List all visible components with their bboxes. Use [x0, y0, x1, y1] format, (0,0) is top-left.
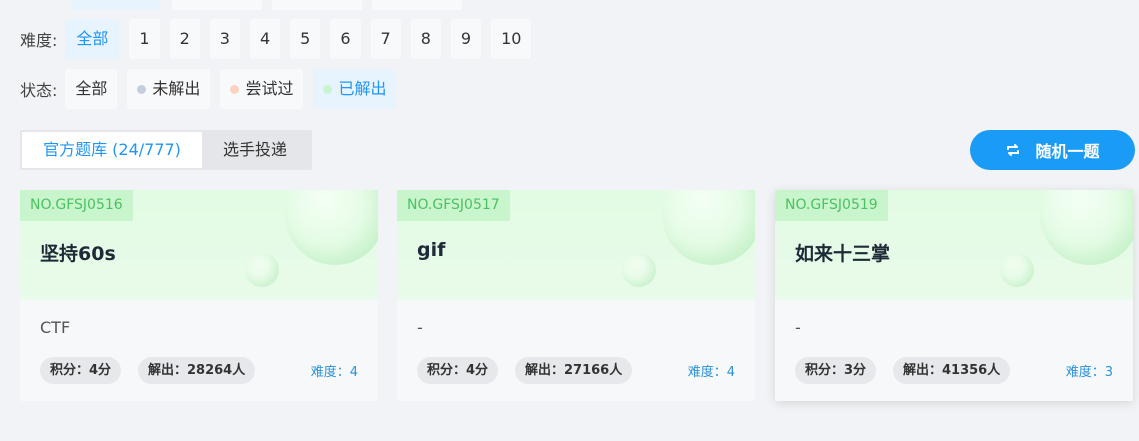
status-option-label: 尝试过 — [245, 79, 294, 98]
card-header: NO.GFSJ0519 如来十三掌 — [775, 190, 1133, 300]
random-problem-button[interactable]: 随机一题 — [970, 130, 1135, 170]
difficulty-option-7[interactable]: 7 — [370, 19, 401, 59]
shuffle-icon — [1007, 144, 1020, 156]
score-badge: 积分：4分 — [417, 357, 499, 384]
status-option-attempted[interactable]: 尝试过 — [220, 69, 304, 109]
challenge-category: - — [795, 318, 801, 337]
difficulty-option-2[interactable]: 2 — [169, 19, 200, 59]
difficulty-option-5[interactable]: 5 — [290, 19, 321, 59]
challenge-category: CTF — [40, 318, 71, 337]
problem-source-tabs: 官方题库 (24/777) 选手投递 — [20, 130, 312, 170]
difficulty-option-1[interactable]: 1 — [129, 19, 160, 59]
status-label: 状态: — [20, 81, 58, 100]
challenge-difficulty: 难度：4 — [310, 365, 358, 380]
decor-bubble — [1000, 253, 1034, 287]
challenge-difficulty: 难度：3 — [1065, 365, 1113, 380]
decor-bubble — [245, 253, 279, 287]
tab-official[interactable]: 官方题库 (24/777) — [22, 132, 202, 168]
status-filter: 状态: 全部 未解出 尝试过 已解出 — [20, 69, 406, 109]
top-filter-chip[interactable] — [172, 0, 262, 10]
card-header: NO.GFSJ0517 gif — [397, 190, 755, 300]
challenge-number: NO.GFSJ0516 — [20, 190, 133, 221]
challenge-card[interactable]: NO.GFSJ0516 坚持60s CTF 积分：4分 解出：28264人 难度… — [20, 190, 378, 401]
score-badge: 积分：4分 — [40, 357, 122, 384]
difficulty-option-4[interactable]: 4 — [249, 19, 281, 59]
status-option-solved[interactable]: 已解出 — [313, 69, 397, 109]
card-header: NO.GFSJ0516 坚持60s — [20, 190, 378, 300]
challenge-title: gif — [417, 239, 446, 261]
top-filter-chip[interactable] — [72, 0, 160, 10]
challenge-card[interactable]: NO.GFSJ0519 如来十三掌 - 积分：3分 解出：41356人 难度：3 — [775, 190, 1133, 401]
solved-dot-icon — [323, 84, 333, 94]
difficulty-filter: 难度: 全部 1 2 3 4 5 6 7 8 9 10 — [20, 19, 541, 59]
status-option-label: 未解出 — [152, 79, 201, 98]
status-option-label: 已解出 — [338, 79, 387, 98]
status-option-label: 全部 — [75, 79, 108, 98]
decor-bubble — [662, 190, 755, 265]
difficulty-option-6[interactable]: 6 — [330, 19, 361, 59]
challenge-title: 如来十三掌 — [795, 243, 891, 265]
solves-badge: 解出：27166人 — [515, 357, 633, 384]
solves-badge: 解出：28264人 — [138, 357, 256, 384]
difficulty-option-9[interactable]: 9 — [450, 19, 482, 59]
difficulty-option-all[interactable]: 全部 — [65, 19, 120, 59]
attempted-dot-icon — [230, 84, 240, 94]
status-option-all[interactable]: 全部 — [65, 69, 118, 109]
tab-submissions[interactable]: 选手投递 — [202, 132, 308, 168]
challenge-card[interactable]: NO.GFSJ0517 gif - 积分：4分 解出：27166人 难度：4 — [397, 190, 755, 401]
status-option-unsolved[interactable]: 未解出 — [127, 69, 211, 109]
challenge-difficulty: 难度：4 — [687, 365, 735, 380]
score-badge: 积分：3分 — [795, 357, 877, 384]
difficulty-option-8[interactable]: 8 — [410, 19, 441, 59]
random-button-label: 随机一题 — [1035, 142, 1100, 161]
solves-badge: 解出：41356人 — [893, 357, 1011, 384]
challenge-list-page: 难度: 全部 1 2 3 4 5 6 7 8 9 10 状态: 全部 未解出 尝… — [0, 0, 1139, 441]
unsolved-dot-icon — [137, 84, 147, 94]
decor-bubble — [1040, 190, 1133, 265]
difficulty-option-10[interactable]: 10 — [491, 19, 532, 59]
difficulty-label: 难度: — [20, 31, 58, 50]
decor-bubble — [285, 190, 378, 265]
challenge-number: NO.GFSJ0519 — [775, 190, 888, 221]
decor-bubble — [622, 253, 656, 287]
top-filter-chip[interactable] — [272, 0, 362, 10]
top-filter-chip[interactable] — [372, 0, 462, 10]
challenge-number: NO.GFSJ0517 — [397, 190, 510, 221]
challenge-title: 坚持60s — [40, 243, 116, 265]
difficulty-option-3[interactable]: 3 — [209, 19, 240, 59]
challenge-category: - — [417, 318, 423, 337]
